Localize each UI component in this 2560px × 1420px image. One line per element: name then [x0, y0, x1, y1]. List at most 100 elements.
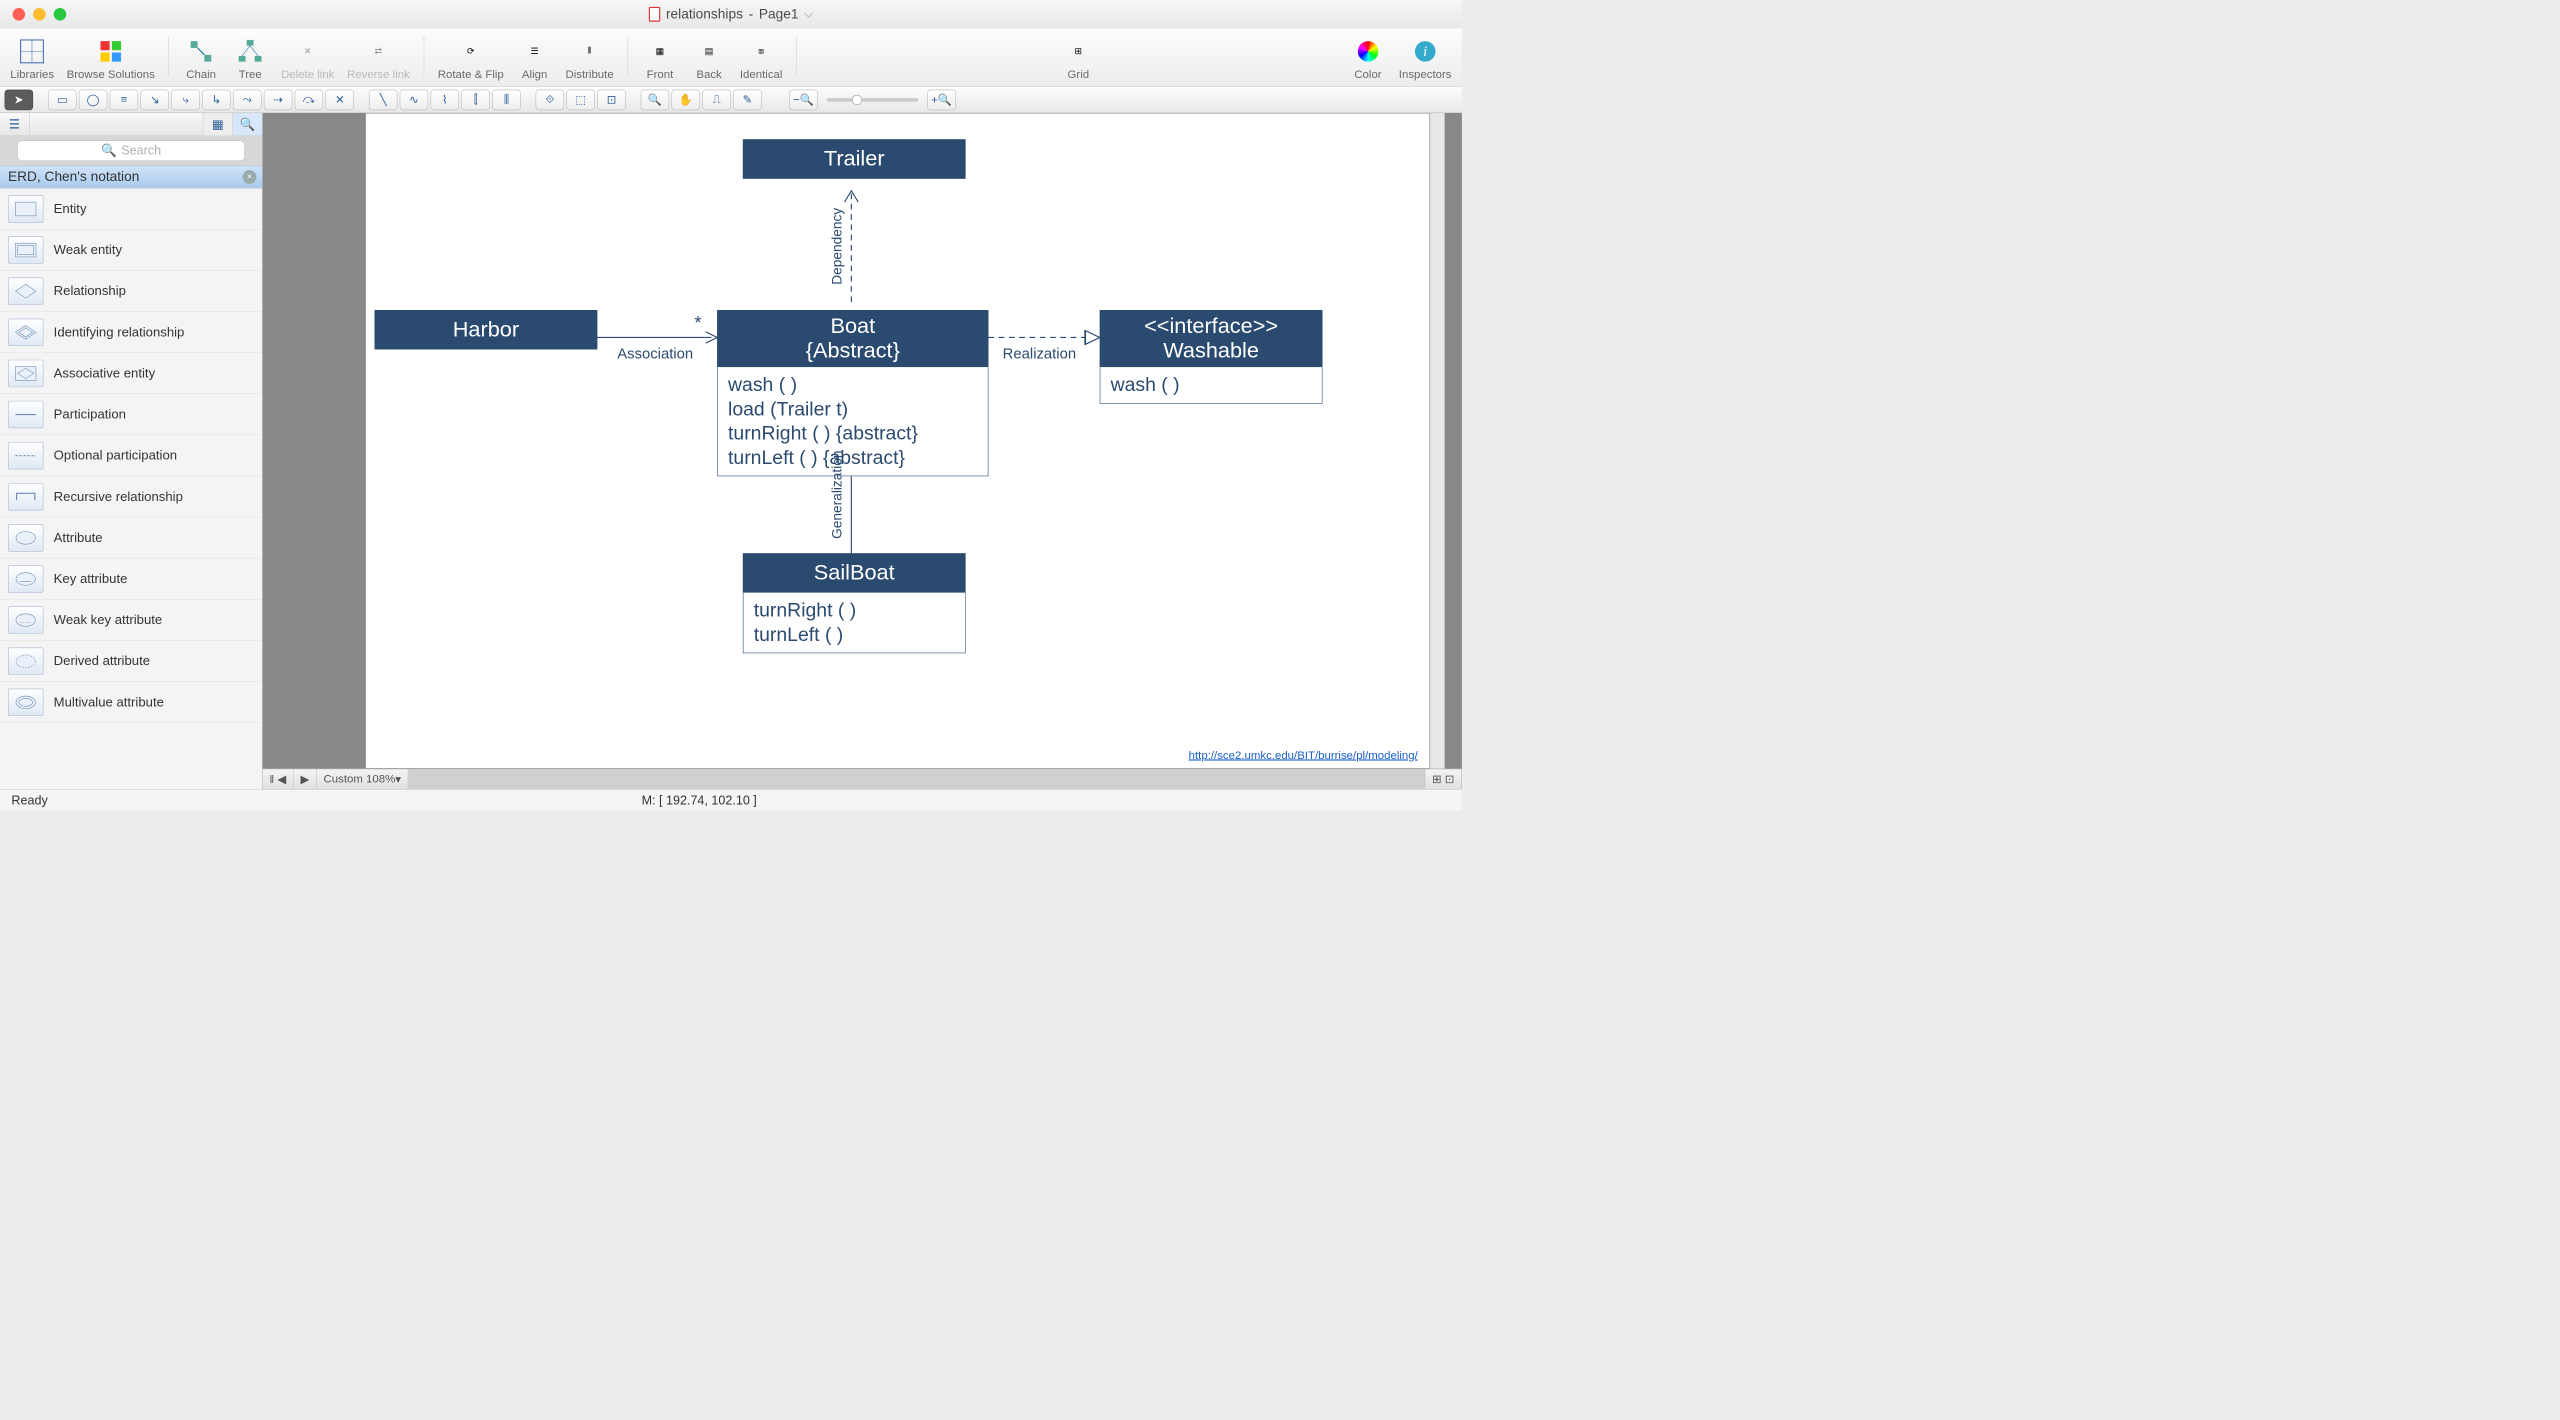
grid-button[interactable]: ⊞Grid: [1060, 38, 1097, 82]
library-item-weak-key-attribute[interactable]: Weak key attribute: [0, 600, 262, 641]
zoom-knob[interactable]: [852, 95, 862, 105]
page-next[interactable]: ▶: [294, 769, 317, 789]
optional-participation-thumb-icon: [8, 442, 43, 469]
rotate-flip-icon: ⟳: [457, 38, 484, 65]
class-harbor[interactable]: Harbor: [375, 310, 598, 349]
ellipse-tool[interactable]: ◯: [79, 89, 108, 110]
connector-tool-2[interactable]: ⤷: [171, 89, 200, 110]
sidebar-top: ☰ ▦ 🔍: [0, 113, 262, 136]
label-association: Association: [617, 345, 693, 363]
browse-solutions-icon: [97, 38, 124, 65]
stamp-tool[interactable]: ⎍: [702, 89, 731, 110]
title-dropdown-icon[interactable]: ⌵: [804, 8, 813, 21]
view-mode-buttons[interactable]: ⊞ ⊡: [1425, 769, 1462, 789]
sidebar-list-toggle[interactable]: ☰: [0, 113, 30, 135]
identical-button[interactable]: ⧈Identical: [740, 38, 783, 82]
sidebar-grid-view[interactable]: ▦: [203, 113, 233, 135]
library-item-identifying-relationship[interactable]: Identifying relationship: [0, 312, 262, 353]
color-button[interactable]: Color: [1350, 38, 1387, 82]
text-tool[interactable]: ≡: [110, 89, 139, 110]
main-toolbar: Libraries Browse Solutions Chain Tree ✕D…: [0, 29, 1462, 87]
window-controls: [0, 8, 66, 21]
page-prev[interactable]: ‖ ◀: [263, 769, 294, 789]
grid-icon: ⊞: [1065, 38, 1092, 65]
line-tool-5[interactable]: ⫼: [492, 89, 521, 110]
connector-tool-5[interactable]: ⇢: [264, 89, 293, 110]
library-item-associative-entity[interactable]: Associative entity: [0, 353, 262, 394]
line-tool-1[interactable]: ╲: [369, 89, 398, 110]
library-item-key-attribute[interactable]: Key attribute: [0, 558, 262, 599]
library-header[interactable]: ERD, Chen's notation ×: [0, 166, 262, 189]
library-item-multivalue-attribute[interactable]: Multivalue attribute: [0, 682, 262, 723]
edit-tool-3[interactable]: ⊡: [597, 89, 626, 110]
delete-link-button[interactable]: ✕Delete link: [281, 38, 334, 82]
library-item-relationship[interactable]: Relationship: [0, 271, 262, 312]
edit-tool-2[interactable]: ⬚: [566, 89, 595, 110]
libraries-button[interactable]: Libraries: [10, 38, 54, 82]
attribute-thumb-icon: [8, 524, 43, 551]
window-title: relationships - Page1 ⌵: [649, 6, 813, 22]
library-item-weak-entity[interactable]: Weak entity: [0, 230, 262, 271]
connector-tool-4[interactable]: ⤳: [233, 89, 262, 110]
reverse-link-button[interactable]: ⇄Reverse link: [347, 38, 410, 82]
label-realization: Realization: [1003, 345, 1076, 363]
library-sidebar: ☰ ▦ 🔍 🔍 Search ERD, Chen's notation × En…: [0, 113, 263, 789]
align-button[interactable]: ☰Align: [516, 38, 553, 82]
identifying-relationship-thumb-icon: [8, 318, 43, 345]
close-window-button[interactable]: [13, 8, 26, 21]
line-tool-4[interactable]: ⫿: [461, 89, 490, 110]
library-item-attribute[interactable]: Attribute: [0, 517, 262, 558]
class-boat[interactable]: Boat {Abstract} wash ( ) load (Trailer t…: [717, 310, 988, 476]
rect-tool[interactable]: ▭: [48, 89, 77, 110]
library-item-recursive-relationship[interactable]: Recursive relationship: [0, 476, 262, 517]
minimize-window-button[interactable]: [33, 8, 46, 21]
library-item-entity[interactable]: Entity: [0, 188, 262, 229]
vertical-scrollbar[interactable]: [1430, 113, 1445, 769]
edit-tool-1[interactable]: ⟐: [536, 89, 565, 110]
pan-tool[interactable]: ✋: [671, 89, 700, 110]
zoom-level[interactable]: Custom 108% ▾: [317, 769, 409, 789]
pointer-tool[interactable]: ➤: [5, 89, 34, 110]
zoom-tool[interactable]: 🔍: [641, 89, 670, 110]
delete-tool[interactable]: ✕: [325, 89, 354, 110]
rotate-flip-button[interactable]: ⟳Rotate & Flip: [438, 38, 504, 82]
boat-operations: wash ( ) load (Trailer t) turnRight ( ) …: [717, 367, 988, 476]
zoom-out-button[interactable]: −🔍: [789, 89, 818, 110]
front-button[interactable]: ▦Front: [642, 38, 679, 82]
sidebar-search-toggle[interactable]: 🔍: [232, 113, 262, 135]
key-attribute-thumb-icon: [8, 565, 43, 592]
tree-button[interactable]: Tree: [232, 38, 269, 82]
line-tool-2[interactable]: ∿: [400, 89, 429, 110]
connector-tool-1[interactable]: ↘: [140, 89, 169, 110]
inspectors-icon: i: [1411, 38, 1438, 65]
window-titlebar: relationships - Page1 ⌵: [0, 0, 1462, 29]
horizontal-scrollbar[interactable]: [408, 769, 1425, 789]
close-library-button[interactable]: ×: [243, 170, 257, 184]
back-button[interactable]: ▤Back: [691, 38, 728, 82]
library-item-derived-attribute[interactable]: Derived attribute: [0, 641, 262, 682]
diagram-canvas[interactable]: Trailer Harbor Boat {Abstract} wash ( ) …: [365, 113, 1429, 769]
inspectors-button[interactable]: iInspectors: [1399, 38, 1452, 82]
library-item-optional-participation[interactable]: Optional participation: [0, 435, 262, 476]
connector-tool-6[interactable]: ⤼: [295, 89, 324, 110]
status-mouse-coords: M: [ 192.74, 102.10 ]: [642, 793, 757, 808]
class-sailboat[interactable]: SailBoat turnRight ( ) turnLeft ( ): [743, 553, 966, 653]
distribute-button[interactable]: ⫴Distribute: [565, 38, 613, 82]
connector-tool-3[interactable]: ↳: [202, 89, 231, 110]
search-input[interactable]: 🔍 Search: [17, 140, 245, 161]
diagram-hyperlink[interactable]: http://sce2.umkc.edu/BIT/burrise/pl/mode…: [1189, 749, 1418, 762]
line-tool-3[interactable]: ⌇: [431, 89, 460, 110]
chain-button[interactable]: Chain: [183, 38, 220, 82]
zoom-in-button[interactable]: +🔍: [927, 89, 956, 110]
zoom-window-button[interactable]: [54, 8, 67, 21]
recursive-relationship-thumb-icon: [8, 483, 43, 510]
browse-solutions-button[interactable]: Browse Solutions: [67, 38, 155, 82]
eyedrop-tool[interactable]: ✎: [733, 89, 762, 110]
library-item-participation[interactable]: Participation: [0, 394, 262, 435]
zoom-slider[interactable]: [827, 98, 918, 101]
document-icon: [649, 7, 660, 22]
shape-toolbar: ➤ ▭ ◯ ≡ ↘ ⤷ ↳ ⤳ ⇢ ⤼ ✕ ╲ ∿ ⌇ ⫿ ⫼ ⟐ ⬚ ⊡ 🔍 …: [0, 87, 1462, 113]
interface-washable[interactable]: <<interface>> Washable wash ( ): [1100, 310, 1323, 403]
relationship-thumb-icon: [8, 277, 43, 304]
class-trailer[interactable]: Trailer: [743, 139, 966, 178]
